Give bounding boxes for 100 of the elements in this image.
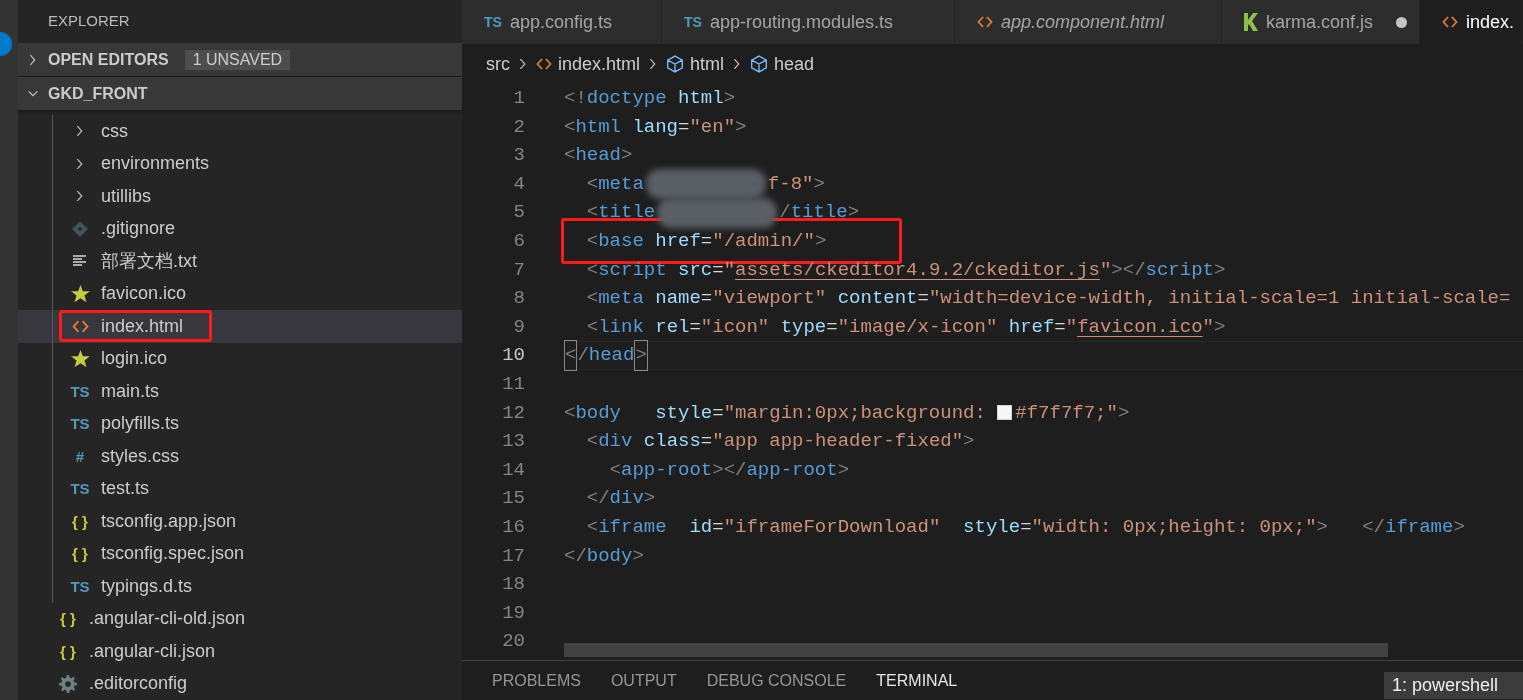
file-type-icon: TS: [70, 578, 90, 594]
file-name: environments: [101, 152, 210, 176]
tree-item[interactable]: TS main.ts: [18, 375, 462, 408]
file-type-icon: { }: [72, 546, 88, 562]
code-token: >: [643, 486, 656, 512]
code-token: base: [598, 229, 644, 254]
terminal-select[interactable]: 1: powershell: [1383, 672, 1523, 699]
tree-item[interactable]: .editorconfig: [18, 667, 462, 700]
panel-tab[interactable]: DEBUG CONSOLE: [706, 668, 847, 693]
tree-item[interactable]: { } .angular-cli-old.json: [18, 602, 462, 635]
code-token: "margin:0px;background:: [723, 400, 987, 426]
tree-item[interactable]: 部署文档.txt: [18, 245, 462, 278]
code-token: name: [654, 286, 701, 312]
breadcrumb[interactable]: head: [750, 50, 815, 78]
line-number: 9: [512, 314, 525, 340]
code-token: meta: [598, 171, 644, 197]
tree-item[interactable]: .gitignore: [18, 212, 462, 245]
file-name: typings.d.ts: [101, 574, 193, 598]
code-brackets-icon: [977, 14, 993, 30]
file-name: main.ts: [101, 379, 160, 403]
tree-item[interactable]: TS typings.d.ts: [18, 570, 462, 603]
horizontal-scrollbar[interactable]: [564, 643, 1388, 657]
code-token: >: [963, 429, 975, 455]
code-token: <: [585, 429, 599, 455]
line-number: 10: [501, 343, 525, 369]
section-header[interactable]: OPEN EDITORS 1 UNSAVED: [18, 43, 462, 76]
tree-item[interactable]: TS test.ts: [18, 472, 462, 505]
line-number: 8: [512, 286, 525, 312]
line-number: 17: [501, 543, 525, 569]
file-name: utillibs: [101, 184, 152, 208]
tree-item[interactable]: # styles.css: [18, 440, 462, 473]
line-number: 6: [512, 229, 525, 254]
tree-item[interactable]: { } tsconfig.app.json: [18, 505, 462, 538]
line-number: 7: [512, 257, 525, 283]
code-token: =: [712, 400, 724, 426]
editor-tab[interactable]: index.: [1420, 0, 1523, 44]
tree-item[interactable]: favicon.ico: [18, 277, 462, 310]
line-number: 15: [501, 486, 525, 512]
tab-label: index.: [1466, 10, 1515, 34]
unsaved-badge: 1 UNSAVED: [184, 49, 291, 70]
file-name: 部署文档.txt: [101, 249, 197, 273]
code-token: =: [700, 429, 713, 455]
code-token: body: [586, 543, 633, 569]
line-number: 5: [512, 200, 525, 226]
code-token: class: [642, 429, 701, 455]
editor-tab[interactable]: app.component.html: [955, 0, 1222, 44]
file-name: .gitignore: [101, 217, 176, 241]
file-name: .angular-cli-old.json: [89, 607, 246, 631]
code-token: ": [723, 257, 736, 283]
editor-tab[interactable]: TS app-routing.modules.ts: [662, 0, 955, 44]
tree-item[interactable]: login.ico: [18, 342, 462, 375]
code-token: =: [826, 314, 838, 340]
code-token: <: [564, 400, 576, 426]
code-token: > </: [1316, 514, 1385, 540]
code-brackets-icon: [1442, 14, 1458, 30]
tree-item[interactable]: utillibs: [18, 180, 462, 213]
code-token: head: [575, 143, 621, 169]
code-token: =: [1020, 514, 1032, 540]
line-number: 1: [512, 86, 525, 112]
code-token: >: [1214, 314, 1226, 340]
code-token: /: [577, 343, 589, 369]
panel-tab[interactable]: PROBLEMS: [492, 668, 581, 693]
code-token: <: [564, 143, 576, 169]
tree-item[interactable]: { } .angular-cli.json: [18, 635, 462, 668]
breadcrumb[interactable]: src: [486, 50, 510, 78]
line-number: 16: [501, 514, 525, 540]
editor-tab[interactable]: karma.conf.js: [1222, 0, 1420, 44]
code-token: =: [700, 286, 713, 312]
tree-item[interactable]: environments: [18, 147, 462, 180]
section-header[interactable]: GKD_FRONT: [18, 77, 462, 110]
code-token: >: [735, 114, 747, 140]
code-token: iframe: [598, 514, 667, 540]
tree-item[interactable]: index.html: [18, 310, 462, 343]
code-token: title: [598, 200, 656, 226]
code-token: title: [790, 200, 848, 226]
code-token: f-8": [767, 171, 814, 197]
breadcrumb[interactable]: html: [666, 50, 725, 78]
editor-tab[interactable]: TS app.config.ts: [462, 0, 662, 44]
code-token: ": [1202, 314, 1214, 340]
line-number: 4: [512, 171, 525, 197]
code-token: /: [779, 200, 791, 226]
tree-item[interactable]: TS polyfills.ts: [18, 407, 462, 440]
code-token: >: [814, 229, 827, 254]
code-token: "width: 0px;height: 0px;": [1031, 514, 1317, 540]
section-title: GKD_FRONT: [48, 83, 148, 104]
code-token: style: [654, 400, 713, 426]
file-type-icon: TS: [684, 11, 702, 33]
code-token: ></: [712, 457, 747, 483]
panel-tab[interactable]: OUTPUT: [610, 668, 677, 693]
code-token: meta: [598, 286, 644, 312]
breadcrumb[interactable]: index.html: [536, 50, 641, 78]
code-token: type: [779, 314, 827, 340]
panel-tab[interactable]: TERMINAL: [876, 668, 958, 693]
file-name: favicon.ico: [101, 282, 187, 306]
tree-item[interactable]: { } tsconfig.spec.json: [18, 537, 462, 570]
code-token: "iframeForDownload": [723, 514, 941, 540]
code-token: favicon.ico: [1077, 314, 1203, 340]
file-name: css: [101, 119, 128, 143]
code-token: <: [585, 257, 599, 283]
tree-item[interactable]: css: [18, 115, 462, 148]
